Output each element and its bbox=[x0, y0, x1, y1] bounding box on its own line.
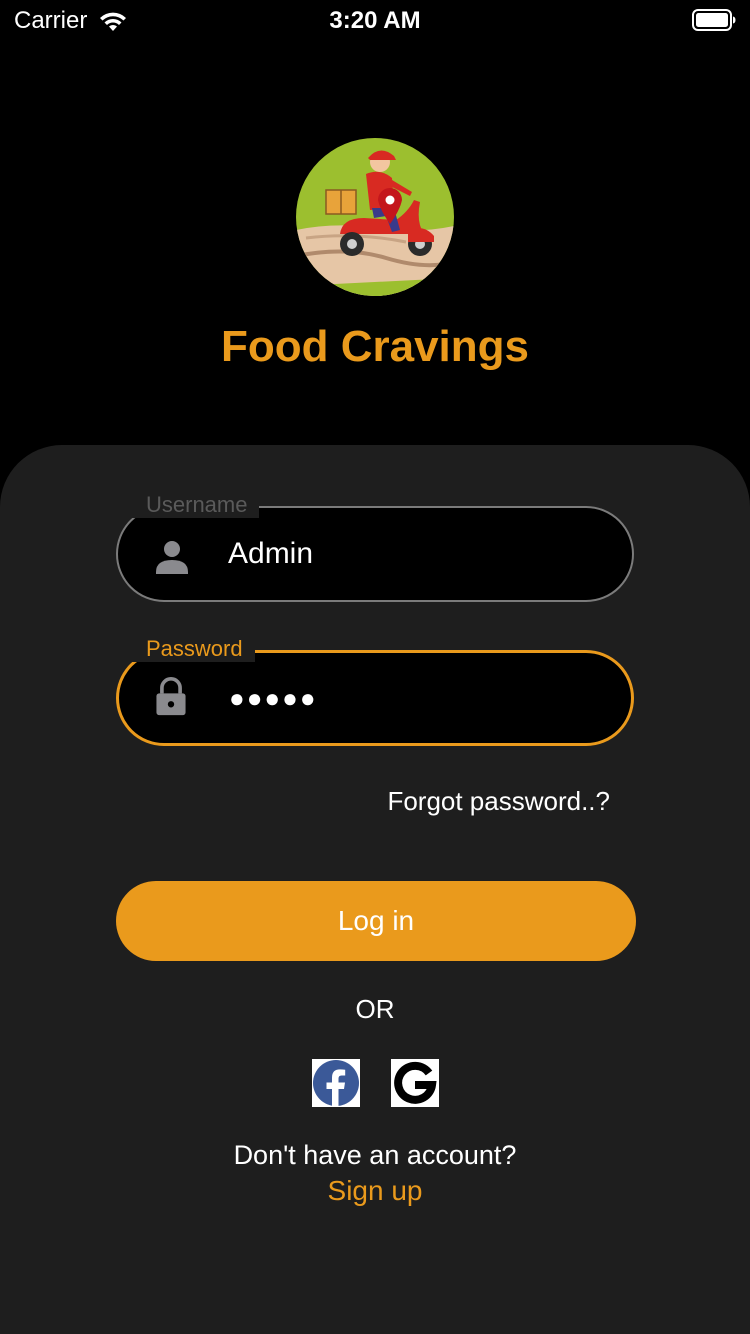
person-icon bbox=[156, 541, 188, 574]
google-login-button[interactable] bbox=[391, 1059, 439, 1107]
password-label: Password bbox=[132, 636, 255, 662]
or-divider: OR bbox=[355, 994, 395, 1024]
login-button[interactable]: Log in bbox=[116, 881, 636, 961]
forgot-password-link[interactable]: Forgot password..? bbox=[387, 786, 610, 817]
lock-icon bbox=[156, 677, 186, 716]
facebook-login-button[interactable] bbox=[312, 1059, 360, 1107]
password-field[interactable]: ●●●●● bbox=[116, 650, 634, 746]
status-bar: Carrier 3:20 AM bbox=[0, 0, 750, 40]
battery-full-icon bbox=[692, 9, 736, 31]
no-account-text: Don't have an account? bbox=[233, 1140, 517, 1170]
delivery-scooter-logo bbox=[296, 138, 454, 296]
app-title: Food Cravings bbox=[220, 322, 530, 371]
username-field[interactable]: Admin bbox=[116, 506, 634, 602]
facebook-icon bbox=[313, 1060, 359, 1106]
username-label: Username bbox=[132, 492, 260, 518]
sign-up-link[interactable]: Sign up bbox=[0, 1175, 750, 1207]
google-icon bbox=[394, 1061, 437, 1104]
app-logo bbox=[296, 138, 454, 296]
password-value[interactable]: ●●●●● bbox=[229, 653, 318, 745]
status-time: 3:20 AM bbox=[329, 7, 421, 34]
username-value[interactable]: Admin bbox=[228, 508, 313, 600]
